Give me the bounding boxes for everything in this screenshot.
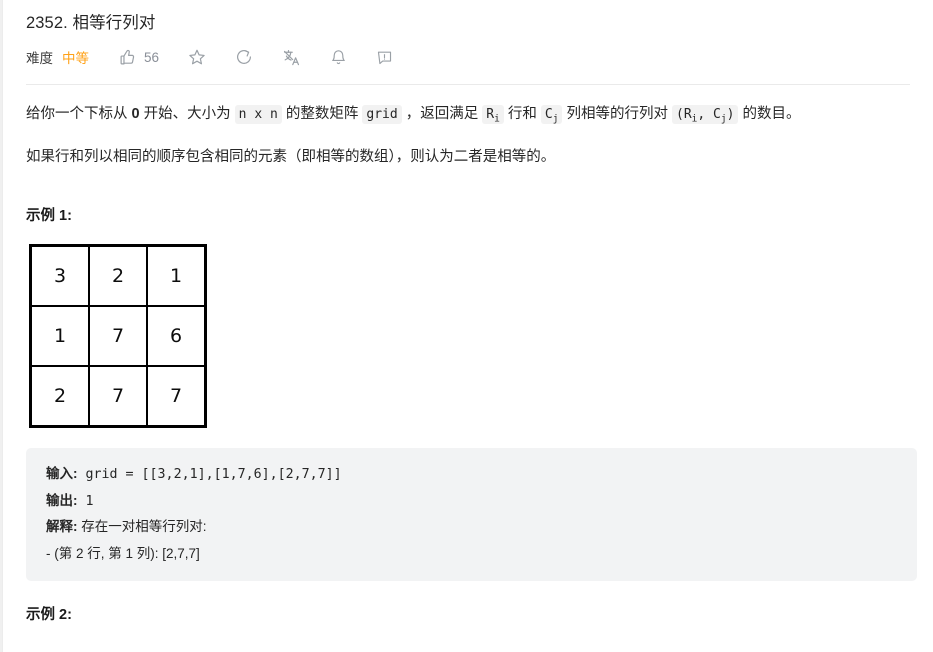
code-grid: grid [362, 105, 402, 124]
like-count: 56 [144, 49, 160, 65]
problem-meta-row: 难度 中等 56 [26, 40, 917, 74]
grid-cell: 7 [88, 305, 148, 367]
notification-button[interactable] [330, 46, 347, 68]
explanation-line-2: - (第 2 行, 第 1 列): [2,7,7] [46, 545, 200, 561]
grid-cell: 1 [146, 244, 207, 307]
table-row: 2 7 7 [29, 365, 207, 428]
output-label: 输出: [46, 492, 78, 508]
grid-cell: 6 [146, 305, 207, 367]
explanation-value: 存在一对相等行列对: [77, 519, 207, 534]
bell-icon [330, 49, 347, 66]
difficulty-label: 难度 [26, 51, 53, 66]
code-cj-base: C [544, 107, 553, 122]
code-pair-open: (R [676, 107, 692, 122]
feedback-button[interactable] [376, 46, 393, 68]
example-2-heading: 示例 2: [26, 607, 72, 623]
translate-button[interactable] [282, 46, 301, 68]
grid-cell: 2 [29, 365, 90, 428]
difficulty-badge: 中等 [62, 51, 89, 66]
desc-text-5: 行和 [503, 106, 541, 122]
example-1-grid-image: 3 2 1 1 7 6 2 7 7 [29, 244, 917, 428]
page-title: 2352. 相等行列对 [26, 14, 156, 32]
feedback-icon [376, 49, 393, 66]
table-row: 1 7 6 [29, 305, 207, 367]
grid-table: 3 2 1 1 7 6 2 7 7 [29, 244, 207, 428]
thumbs-up-icon [119, 49, 136, 66]
code-ri-base: R [486, 107, 495, 122]
problem-description-panel: 2352. 相等行列对 难度 中等 56 给你一个下标从 0 开始、大小为 n … [0, 0, 933, 652]
output-value: 1 [77, 493, 94, 509]
desc-text-1: 给你一个下标从 [26, 106, 132, 122]
explanation-label: 解释: [46, 519, 78, 534]
grid-cell: 3 [29, 244, 90, 307]
example-1-heading: 示例 1: [26, 208, 72, 224]
grid-cell: 7 [88, 365, 148, 428]
star-icon [188, 48, 206, 66]
share-button[interactable] [235, 46, 253, 68]
header-divider [26, 84, 910, 85]
desc-zero: 0 [131, 106, 140, 122]
table-row: 3 2 1 [29, 244, 207, 307]
code-nxn: n x n [234, 105, 282, 124]
code-pair: (Ri, Cj) [672, 105, 739, 124]
desc-text-4: ，返回满足 [401, 106, 483, 122]
example-1-code-block: 输入: grid = [[3,2,1],[1,7,6],[2,7,7]] 输出:… [26, 448, 917, 581]
grid-cell: 7 [146, 365, 207, 428]
desc-text-3: 的整数矩阵 [281, 106, 363, 122]
code-cj-subscript: j [552, 113, 559, 125]
desc-text-2: 开始、大小为 [139, 106, 235, 122]
desc-text-6: 列相等的行列对 [562, 106, 672, 122]
favorite-button[interactable] [188, 46, 206, 68]
description-paragraph-1: 给你一个下标从 0 开始、大小为 n x n 的整数矩阵 grid ，返回满足 … [26, 99, 910, 130]
translate-icon [282, 48, 301, 67]
input-value: grid = [[3,2,1],[1,7,6],[2,7,7]] [77, 467, 342, 482]
like-button[interactable]: 56 [119, 46, 159, 68]
code-ri-subscript: i [494, 113, 500, 125]
grid-cell: 2 [88, 244, 148, 307]
input-label: 输入: [46, 466, 78, 481]
share-icon [235, 48, 253, 66]
desc-text-7: 的数目。 [738, 106, 801, 122]
grid-cell: 1 [29, 305, 90, 367]
code-ri: Ri [482, 105, 504, 124]
code-pair-close: ) [726, 107, 735, 122]
description-paragraph-2: 如果行和列以相同的顺序包含相同的元素（即相等的数组），则认为二者是相等的。 [26, 149, 556, 165]
code-cj: Cj [540, 105, 563, 125]
code-pair-mid: , C [697, 107, 721, 122]
